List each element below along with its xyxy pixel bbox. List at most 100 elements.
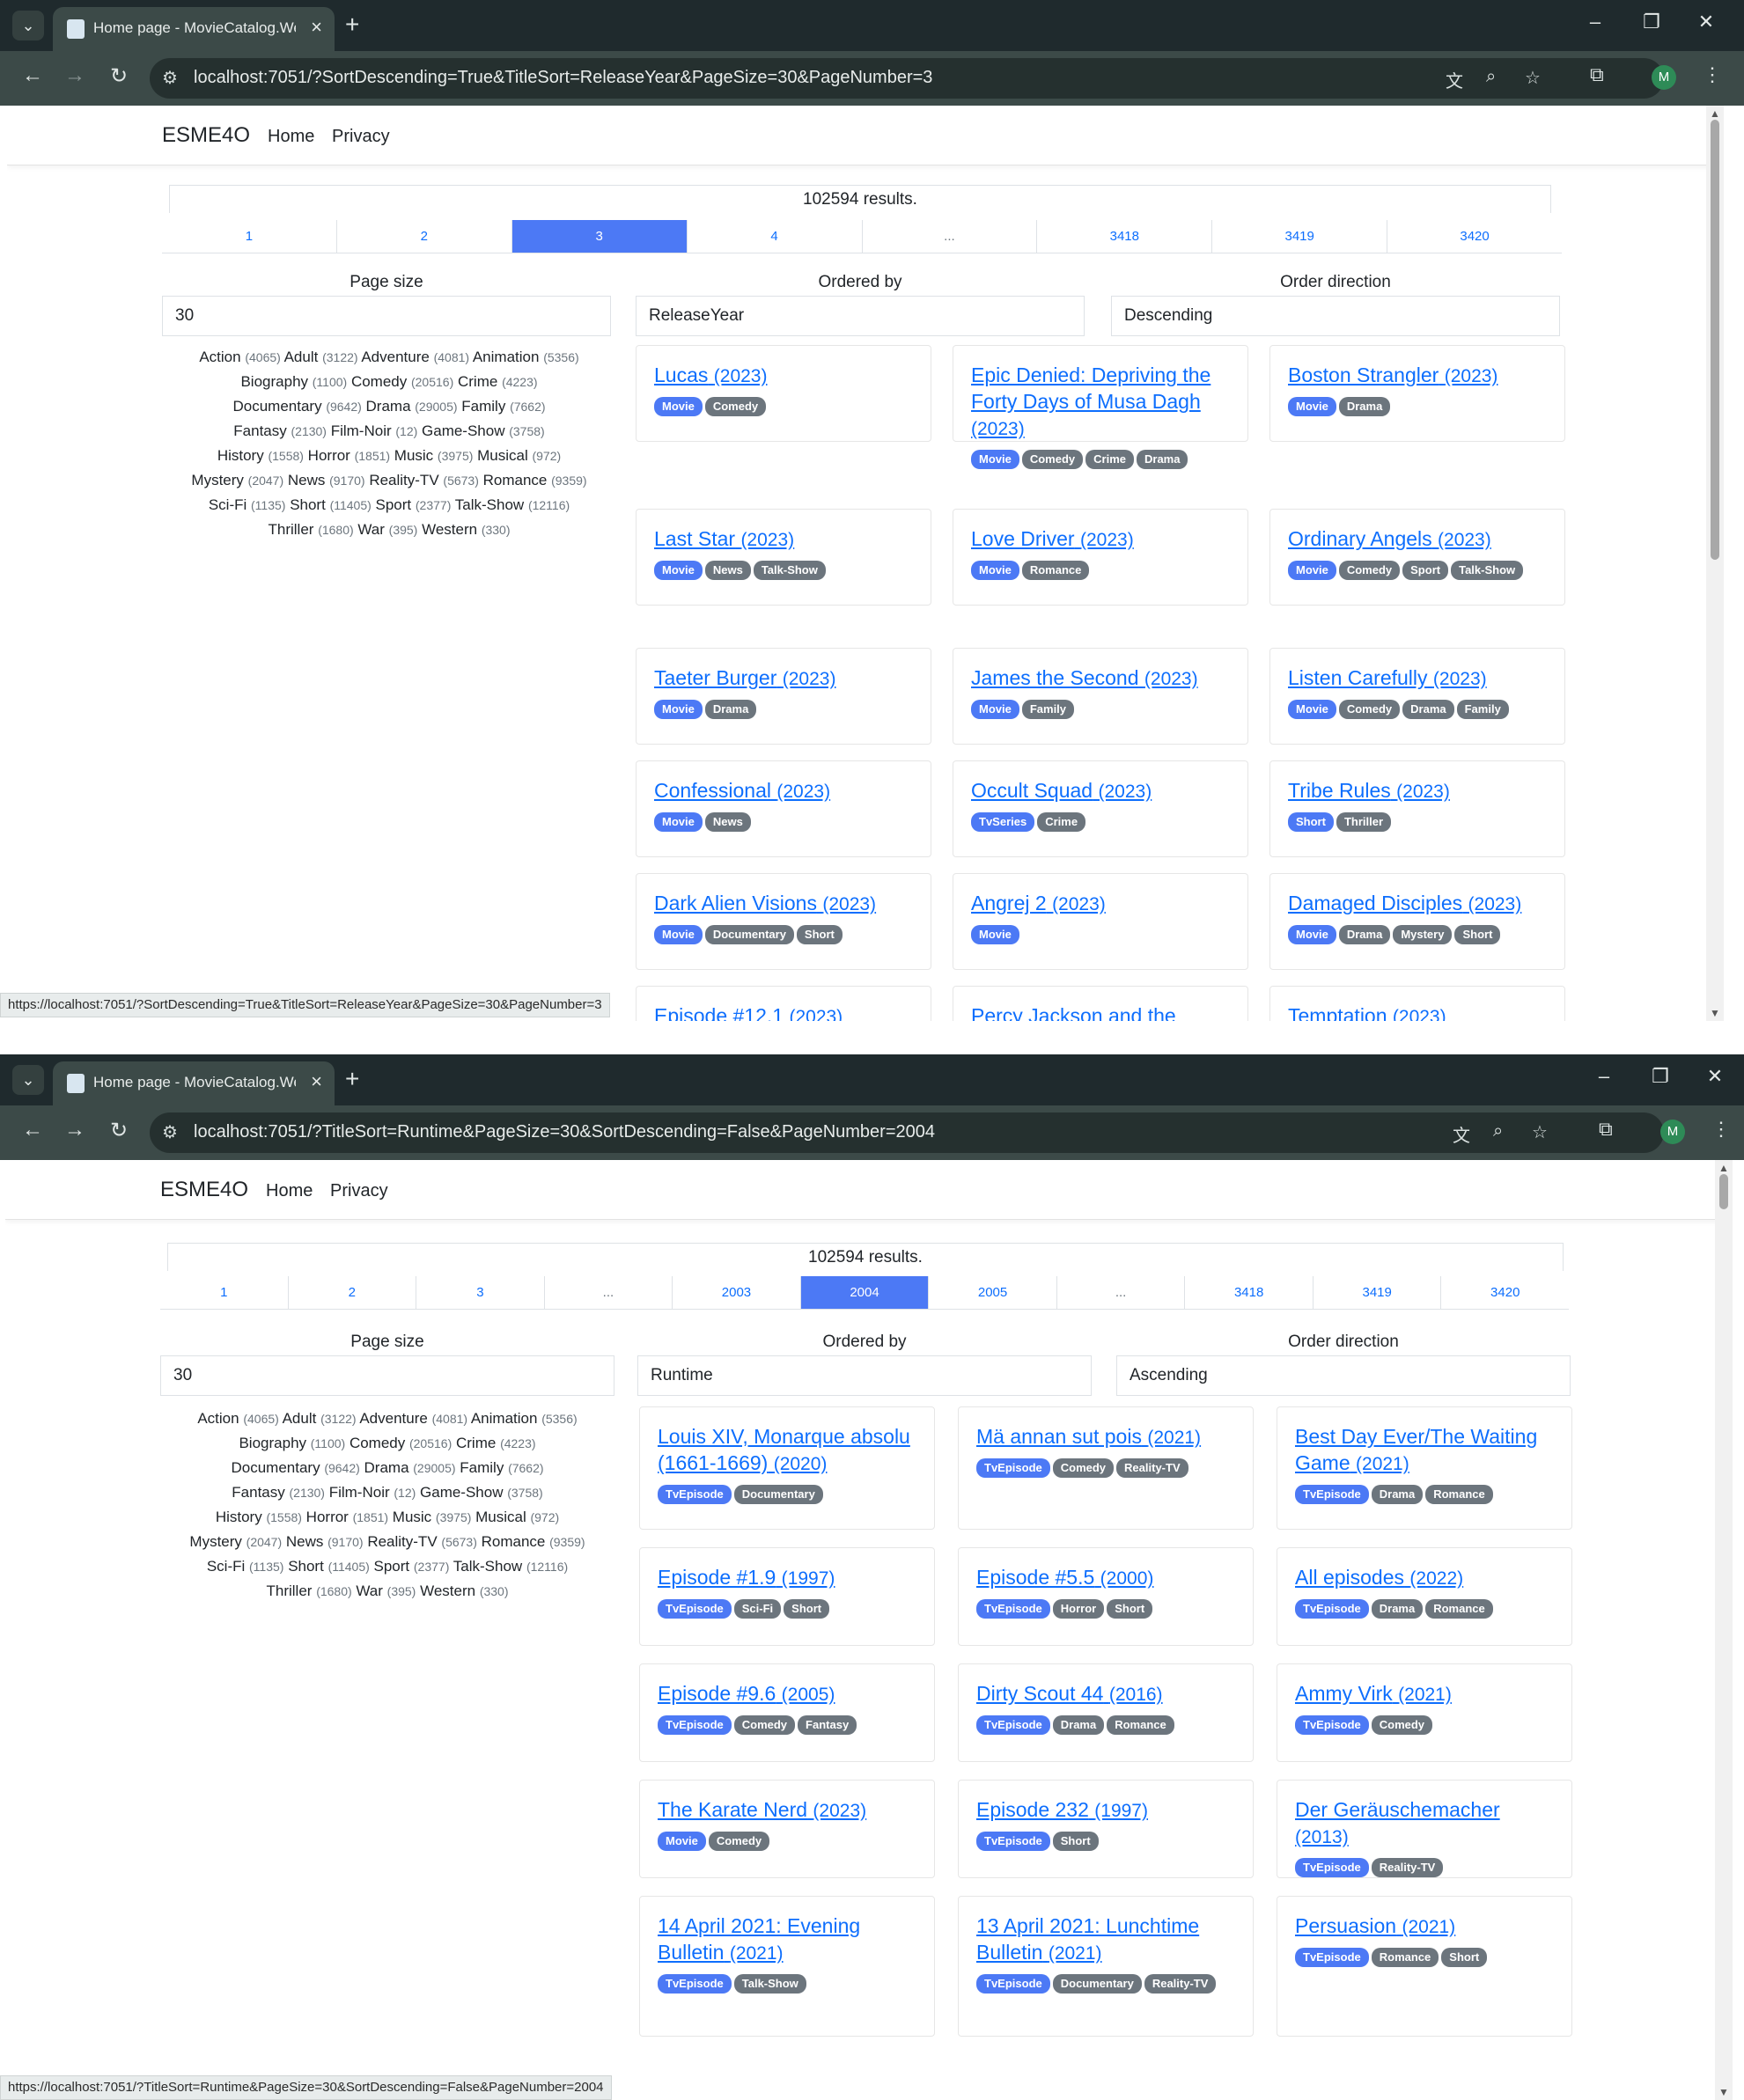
genre-filter-link[interactable]: Mystery (2047) xyxy=(191,472,283,488)
ordered-by-select[interactable]: Runtime xyxy=(637,1355,1092,1396)
scroll-up-icon[interactable]: ▲ xyxy=(1710,107,1720,120)
nav-privacy[interactable]: Privacy xyxy=(330,1181,388,1201)
genre-filter-link[interactable]: Film-Noir (12) xyxy=(329,1484,416,1501)
nav-home[interactable]: Home xyxy=(266,1181,313,1201)
movie-title-link[interactable]: Confessional (2023) xyxy=(654,779,830,802)
page-size-input[interactable]: 30 xyxy=(162,296,611,336)
genre-filter-link[interactable]: War (395) xyxy=(357,521,417,538)
genre-filter-link[interactable]: Western (330) xyxy=(420,1582,508,1599)
movie-title-link[interactable]: Love Driver (2023) xyxy=(971,527,1134,550)
genre-filter-link[interactable]: Music (3975) xyxy=(394,447,474,464)
reload-icon[interactable]: ↻ xyxy=(104,63,134,89)
menu-kebab-icon[interactable]: ⋮ xyxy=(1703,63,1722,86)
genre-filter-link[interactable]: History (1558) xyxy=(216,1509,302,1525)
genre-filter-link[interactable]: Documentary (9642) xyxy=(231,1459,359,1476)
menu-kebab-icon[interactable]: ⋮ xyxy=(1711,1118,1731,1141)
movie-title-link[interactable]: Temptation (2023) xyxy=(1288,1004,1446,1021)
nav-home[interactable]: Home xyxy=(268,127,314,147)
movie-title-link[interactable]: All episodes (2022) xyxy=(1295,1566,1463,1589)
genre-filter-link[interactable]: History (1558) xyxy=(217,447,304,464)
restore-icon[interactable]: ❐ xyxy=(1634,11,1669,33)
movie-title-link[interactable]: Occult Squad (2023) xyxy=(971,779,1152,802)
page-link-2005[interactable]: 2005 xyxy=(929,1276,1057,1309)
genre-filter-link[interactable]: Musical (972) xyxy=(477,447,561,464)
page-scrollbar[interactable]: ▲ ▼ xyxy=(1715,1160,1733,2100)
tab-search-chevron-icon[interactable]: ⌄ xyxy=(12,11,44,40)
genre-filter-link[interactable]: Reality-TV (5673) xyxy=(367,1533,477,1550)
window-close-icon[interactable]: ✕ xyxy=(1689,11,1724,33)
genre-filter-link[interactable]: News (9170) xyxy=(286,1533,364,1550)
genre-filter-link[interactable]: Mystery (2047) xyxy=(189,1533,282,1550)
page-link-3418[interactable]: 3418 xyxy=(1037,220,1213,253)
window-close-icon[interactable]: ✕ xyxy=(1697,1065,1733,1088)
site-info-icon[interactable]: ⚙ xyxy=(162,1121,178,1143)
order-direction-select[interactable]: Ascending xyxy=(1116,1355,1571,1396)
brand-logo[interactable]: ESME4O xyxy=(162,123,250,148)
genre-filter-link[interactable]: Talk-Show (12116) xyxy=(453,1558,568,1575)
movie-title-link[interactable]: Mä annan sut pois (2021) xyxy=(976,1425,1201,1448)
genre-filter-link[interactable]: Documentary (9642) xyxy=(232,398,361,415)
genre-filter-link[interactable]: Short (11405) xyxy=(288,1558,370,1575)
back-arrow-icon[interactable]: ← xyxy=(18,1118,48,1142)
genre-filter-link[interactable]: Western (330) xyxy=(422,521,510,538)
genre-filter-link[interactable]: Fantasy (2130) xyxy=(232,1484,325,1501)
movie-title-link[interactable]: 13 April 2021: Lunchtime Bulletin (2021) xyxy=(976,1914,1199,1964)
movie-title-link[interactable]: Louis XIV, Monarque absolu (1661-1669) (… xyxy=(658,1425,910,1474)
bookmark-star-icon[interactable]: ☆ xyxy=(1532,1121,1548,1143)
movie-title-link[interactable]: Taeter Burger (2023) xyxy=(654,666,835,689)
page-link-4[interactable]: 4 xyxy=(688,220,863,253)
page-link-3420[interactable]: 3420 xyxy=(1387,220,1562,253)
genre-filter-link[interactable]: Drama (29005) xyxy=(366,398,458,415)
movie-title-link[interactable]: Ordinary Angels (2023) xyxy=(1288,527,1491,550)
restore-icon[interactable]: ❐ xyxy=(1643,1065,1678,1088)
extensions-icon[interactable]: ⧉ xyxy=(1590,63,1604,86)
url-text[interactable]: localhost:7051/?TitleSort=Runtime&PageSi… xyxy=(194,1122,935,1142)
genre-filter-link[interactable]: Crime (4223) xyxy=(456,1435,536,1451)
movie-title-link[interactable]: Episode #9.6 (2005) xyxy=(658,1682,835,1705)
movie-title-link[interactable]: Boston Strangler (2023) xyxy=(1288,363,1497,386)
genre-filter-link[interactable]: Sport (2377) xyxy=(374,1558,450,1575)
forward-arrow-icon[interactable]: → xyxy=(60,63,90,88)
page-link-1[interactable]: 1 xyxy=(162,220,337,253)
genre-filter-link[interactable]: Musical (972) xyxy=(475,1509,559,1525)
genre-filter-link[interactable]: Comedy (20516) xyxy=(350,1435,452,1451)
genre-filter-link[interactable]: Fantasy (2130) xyxy=(233,422,327,439)
genre-filter-link[interactable]: Action (4065) xyxy=(197,1410,278,1427)
movie-title-link[interactable]: Epic Denied: Depriving the Forty Days of… xyxy=(971,363,1210,439)
genre-filter-link[interactable]: Game-Show (3758) xyxy=(422,422,545,439)
page-link-2[interactable]: 2 xyxy=(337,220,512,253)
page-link-2004-active[interactable]: 2004 xyxy=(800,1276,930,1309)
translate-icon[interactable]: 文 xyxy=(1453,1121,1470,1147)
movie-title-link[interactable]: Ammy Virk (2021) xyxy=(1295,1682,1452,1705)
site-info-icon[interactable]: ⚙ xyxy=(162,67,178,89)
movie-title-link[interactable]: Episode #5.5 (2000) xyxy=(976,1566,1153,1589)
zoom-icon[interactable]: ⌕ xyxy=(1493,1121,1503,1142)
genre-filter-link[interactable]: Adult (3122) xyxy=(283,1410,357,1427)
page-link-3420[interactable]: 3420 xyxy=(1441,1276,1569,1309)
genre-filter-link[interactable]: Family (7662) xyxy=(461,398,545,415)
new-tab-plus-icon[interactable]: + xyxy=(345,1065,359,1093)
page-link-3418[interactable]: 3418 xyxy=(1185,1276,1314,1309)
minimize-icon[interactable]: – xyxy=(1578,11,1613,33)
genre-filter-link[interactable]: Drama (29005) xyxy=(364,1459,456,1476)
brand-logo[interactable]: ESME4O xyxy=(160,1178,248,1202)
movie-title-link[interactable]: Episode 232 (1997) xyxy=(976,1798,1148,1821)
movie-title-link[interactable]: The Karate Nerd (2023) xyxy=(658,1798,866,1821)
new-tab-plus-icon[interactable]: + xyxy=(345,11,359,39)
movie-title-link[interactable]: Damaged Disciples (2023) xyxy=(1288,892,1521,914)
movie-title-link[interactable]: Persuasion (2021) xyxy=(1295,1914,1455,1937)
movie-title-link[interactable]: Episode #1.9 (1997) xyxy=(658,1566,835,1589)
page-link-3-active[interactable]: 3 xyxy=(511,220,688,253)
genre-filter-link[interactable]: Thriller (1680) xyxy=(267,1582,352,1599)
bookmark-star-icon[interactable]: ☆ xyxy=(1525,67,1541,89)
movie-title-link[interactable]: 14 April 2021: Evening Bulletin (2021) xyxy=(658,1914,860,1964)
movie-title-link[interactable]: Angrej 2 (2023) xyxy=(971,892,1106,914)
zoom-icon[interactable]: ⌕ xyxy=(1486,67,1496,87)
genre-filter-link[interactable]: Talk-Show (12116) xyxy=(455,496,570,513)
scrollbar-thumb[interactable] xyxy=(1711,120,1719,560)
genre-filter-link[interactable]: War (395) xyxy=(356,1582,416,1599)
scroll-down-icon[interactable]: ▼ xyxy=(1710,1007,1720,1019)
genre-filter-link[interactable]: Music (3975) xyxy=(393,1509,472,1525)
genre-filter-link[interactable]: Comedy (20516) xyxy=(351,373,453,390)
browser-tab[interactable]: Home page - MovieCatalog.We × xyxy=(53,7,335,51)
